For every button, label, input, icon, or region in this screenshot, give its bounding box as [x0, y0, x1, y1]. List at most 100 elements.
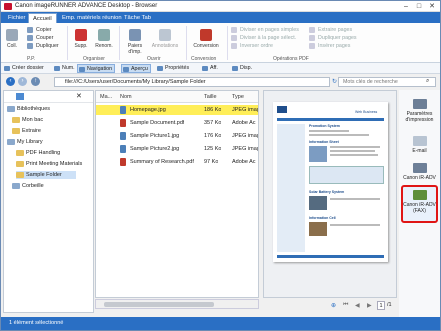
text-line: [330, 224, 380, 226]
pdf-file-icon: [120, 119, 126, 127]
dupliquer-pages-button[interactable]: Dupliquer pages: [309, 34, 357, 42]
page-navbar: [277, 118, 384, 121]
print-icon: [129, 29, 141, 41]
tab-fichier[interactable]: Fichier: [4, 13, 29, 23]
scan-button[interactable]: Num.: [53, 64, 77, 73]
tree-print-meeting[interactable]: Print Meeting Materials: [16, 160, 82, 168]
prev-page-icon[interactable]: ◀: [355, 302, 360, 309]
copier-button[interactable]: Copier: [27, 26, 52, 34]
page-image: [309, 222, 327, 236]
diviser-select-button[interactable]: Diviser à la page sélect.: [231, 34, 296, 42]
table-row[interactable]: Sample Document.pdf 357 Ko Adobe Ac: [96, 118, 258, 128]
print-settings-button[interactable]: Paramètres d'impression: [401, 96, 438, 123]
paiers-button[interactable]: Paiers d'imp.: [123, 29, 147, 55]
first-page-icon[interactable]: ⏮: [343, 302, 348, 309]
file-size: 186 Ko: [204, 107, 222, 113]
next-page-icon[interactable]: ▶: [367, 302, 372, 309]
table-row[interactable]: Summary of Research.pdf 97 Ko Adobe Ac: [96, 157, 258, 167]
pdf-icon: [200, 29, 212, 41]
search-icon[interactable]: ⌕: [426, 78, 429, 85]
forward-icon[interactable]: ›: [18, 77, 27, 86]
couper-button[interactable]: Couper: [27, 34, 53, 42]
scroll-thumb[interactable]: [104, 302, 214, 307]
tab-meeting-materials[interactable]: Emp. matériels réunion: [58, 13, 126, 23]
coll-button[interactable]: Coll.: [5, 29, 19, 49]
canon-fax-button[interactable]: Canon iR-ADV (FAX): [401, 185, 438, 223]
maximize-icon[interactable]: □: [413, 2, 425, 11]
tree-sample-folder[interactable]: Sample Folder: [16, 171, 76, 179]
inverser-button[interactable]: Inverser ordre: [231, 42, 273, 50]
extraire-pages-button[interactable]: Extraire pages: [309, 26, 352, 34]
col-size[interactable]: Taille: [204, 94, 217, 100]
zoom-in-icon[interactable]: ⊕: [331, 302, 336, 309]
tree-pdf-handling[interactable]: PDF Handling: [16, 149, 60, 157]
page-number-input[interactable]: 1: [377, 301, 385, 310]
minimize-icon[interactable]: –: [400, 2, 412, 11]
up-icon[interactable]: ↑: [31, 77, 40, 86]
renom-label: Renom.: [95, 43, 113, 49]
renom-button[interactable]: Renom.: [93, 29, 115, 49]
col-type[interactable]: Type: [232, 94, 244, 100]
supp-button[interactable]: Supp.: [71, 29, 91, 49]
col-mark[interactable]: Ma...: [100, 94, 112, 100]
path-field[interactable]: file:///C:/Users/user/Documents/My Libra…: [54, 77, 330, 87]
email-button[interactable]: E-mail: [401, 133, 438, 154]
preview-page: Web Business Promotion System Informatio…: [273, 102, 388, 262]
tab-task[interactable]: Tâche Tab: [120, 13, 155, 23]
file-size: 125 Ko: [204, 146, 222, 152]
tree-corbeille[interactable]: Corbeille: [12, 182, 44, 190]
file-type: JPEG imag: [232, 146, 258, 152]
canon-printer-button[interactable]: Canon iR-ADV: [401, 160, 438, 181]
tree-my-library[interactable]: My Library: [7, 138, 43, 146]
file-list-header: Ma... Nom Taille Type: [96, 91, 258, 103]
conversion-button[interactable]: Conversion: [190, 29, 222, 49]
properties-button[interactable]: Propriétés: [156, 64, 191, 73]
tree-extraire[interactable]: Extraire: [12, 127, 41, 135]
table-row[interactable]: Sample Picture1.jpg 176 Ko JPEG imag: [96, 131, 258, 141]
refresh-icon[interactable]: ↻: [332, 78, 337, 85]
apercu-button[interactable]: Aperçu: [121, 64, 151, 73]
email-label: E-mail: [412, 148, 427, 154]
tree-mon-bac[interactable]: Mon bac: [12, 116, 43, 124]
table-row[interactable]: Sample Picture2.jpg 125 Ko JPEG imag: [96, 144, 258, 154]
page-image: [309, 146, 327, 162]
diviser-pages-button[interactable]: Diviser en pages simples: [231, 26, 299, 34]
group-organiser: Organiser: [83, 56, 105, 62]
status-bar: 1 élément sélectionné: [1, 317, 440, 330]
home-icon[interactable]: [16, 93, 24, 100]
search-input[interactable]: Mots clés de recherche: [338, 77, 436, 87]
file-name: Sample Picture2.jpg: [130, 146, 180, 152]
table-row[interactable]: Homepage.jpg 186 Ko JPEG imag: [96, 105, 258, 115]
layout-button[interactable]: Disp.: [231, 64, 254, 73]
app-window: Canon imageRUNNER ADVANCE Desktop - Brow…: [0, 0, 441, 331]
inserer-pages-button[interactable]: Insérer pages: [309, 42, 350, 50]
file-type: Adobe Ac: [232, 120, 256, 126]
horizontal-scrollbar[interactable]: [95, 299, 259, 309]
col-name[interactable]: Nom: [120, 94, 132, 100]
navigation-button[interactable]: Navigation: [77, 64, 116, 73]
page-image: [309, 196, 327, 210]
file-size: 357 Ko: [204, 120, 222, 126]
text-line: [309, 134, 369, 136]
text-line: [330, 146, 380, 148]
tree-libraries[interactable]: Bibliothèques: [7, 105, 50, 113]
address-bar: ‹ › ↑ file:///C:/Users/user/Documents/My…: [1, 74, 440, 89]
back-icon[interactable]: ‹: [6, 77, 15, 86]
dupliquer-button[interactable]: Dupliquer: [27, 42, 59, 50]
file-name: Sample Picture1.jpg: [130, 133, 180, 139]
annotations-button[interactable]: Annotations: [148, 29, 182, 49]
delete-icon: [75, 29, 87, 41]
group-operations-pdf: Opérations PDF: [273, 56, 309, 62]
close-icon[interactable]: ✕: [426, 2, 438, 11]
display-button[interactable]: Aff.: [201, 64, 220, 73]
preview-pane: Web Business Promotion System Informatio…: [263, 90, 397, 298]
preview-toolbar: ⊕ ⏮ ◀ ▶ 1 /1: [263, 299, 397, 313]
image-file-icon: [120, 106, 126, 114]
divider: [119, 26, 120, 60]
tab-accueil[interactable]: Accueil: [28, 13, 57, 23]
file-name: Sample Document.pdf: [130, 120, 185, 126]
text-line: [309, 130, 349, 132]
close-pane-icon[interactable]: ✕: [76, 92, 82, 100]
ribbon-tabs: Fichier Accueil Emp. matériels réunion T…: [1, 12, 440, 23]
create-folder-button[interactable]: Créer dossier: [3, 64, 46, 73]
